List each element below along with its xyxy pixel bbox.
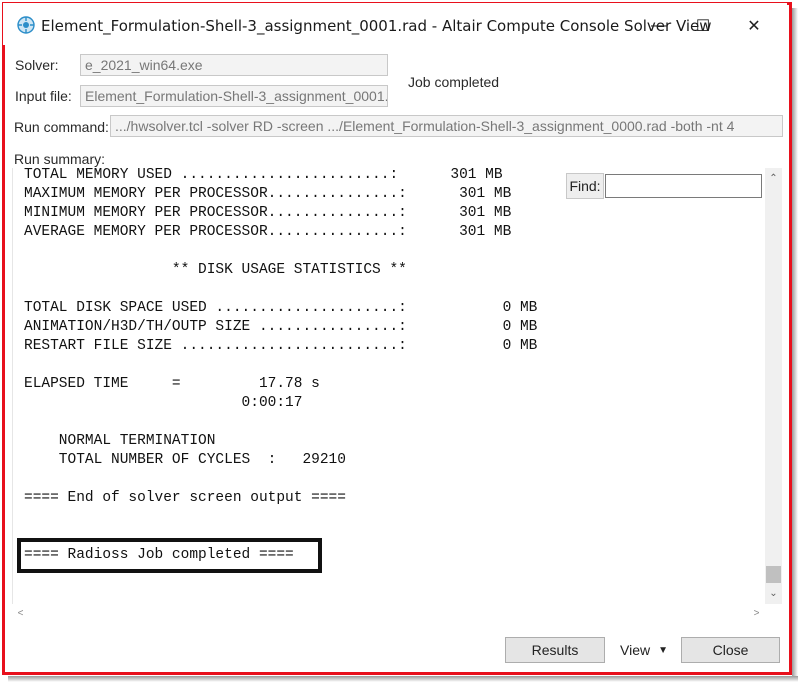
output-line: ==== End of solver screen output ====	[24, 490, 346, 506]
scrollbar-thumb[interactable]	[766, 566, 781, 583]
output-line: RESTART FILE SIZE ......................…	[24, 338, 538, 354]
vertical-scrollbar[interactable]: ⌃ ⌄	[765, 168, 782, 604]
altair-app-icon	[17, 16, 35, 34]
output-text: TOTAL MEMORY USED ......................…	[24, 168, 537, 565]
results-button[interactable]: Results	[505, 637, 605, 663]
view-label: View	[620, 642, 651, 658]
frame-shadow-right	[792, 8, 798, 676]
scroll-up-icon[interactable]: ⌃	[765, 170, 782, 187]
input-file-label: Input file:	[15, 88, 72, 104]
close-icon: ✕	[747, 18, 761, 35]
output-line: 0:00:17	[24, 395, 303, 411]
frame-shadow-bottom	[8, 676, 798, 682]
job-status: Job completed	[408, 74, 500, 90]
view-menu-button[interactable]: View ▼	[612, 637, 680, 663]
output-line: TOTAL DISK SPACE USED ..................…	[24, 300, 538, 316]
output-line: ELAPSED TIME = 17.78 s	[24, 376, 320, 392]
minimize-icon: —	[651, 17, 667, 34]
maximize-button[interactable]: ☐	[681, 11, 725, 41]
window-title: Element_Formulation-Shell-3_assignment_0…	[41, 17, 712, 35]
output-line: TOTAL NUMBER OF CYCLES : 29210	[24, 452, 346, 468]
close-button[interactable]: Close	[681, 637, 780, 663]
output-line: AVERAGE MEMORY PER PROCESSOR............…	[24, 224, 512, 240]
output-line: TOTAL MEMORY USED ......................…	[24, 168, 503, 183]
close-window-button[interactable]: ✕	[732, 11, 776, 41]
find-bar: Find:	[566, 173, 762, 199]
solver-label: Solver:	[15, 57, 59, 73]
minimize-button[interactable]: —	[637, 11, 681, 41]
run-summary-label: Run summary:	[14, 151, 106, 167]
run-command-field[interactable]: .../hwsolver.tcl -solver RD -screen .../…	[110, 115, 783, 137]
output-line: ** DISK USAGE STATISTICS **	[24, 262, 407, 278]
find-label: Find:	[566, 173, 604, 199]
run-command-label: Run command:	[14, 119, 109, 135]
solver-field[interactable]: e_2021_win64.exe	[80, 54, 388, 76]
scroll-down-icon[interactable]: ⌄	[765, 585, 782, 602]
output-line: NORMAL TERMINATION	[24, 433, 216, 449]
input-file-field[interactable]: Element_Formulation-Shell-3_assignment_0…	[80, 85, 388, 107]
horizontal-scrollbar[interactable]: < >	[12, 604, 765, 622]
output-line: MINIMUM MEMORY PER PROCESSOR............…	[24, 205, 512, 221]
title-bar: Element_Formulation-Shell-3_assignment_0…	[3, 3, 787, 45]
maximize-icon: ☐	[695, 18, 711, 35]
find-input[interactable]	[605, 174, 762, 198]
scroll-left-icon[interactable]: <	[12, 604, 29, 622]
output-line: ANIMATION/H3D/TH/OUTP SIZE .............…	[24, 319, 538, 335]
output-line: MAXIMUM MEMORY PER PROCESSOR............…	[24, 186, 512, 202]
dropdown-arrow-icon: ▼	[658, 644, 668, 656]
job-completed-highlight	[17, 538, 322, 573]
scroll-right-icon[interactable]: >	[748, 604, 765, 622]
